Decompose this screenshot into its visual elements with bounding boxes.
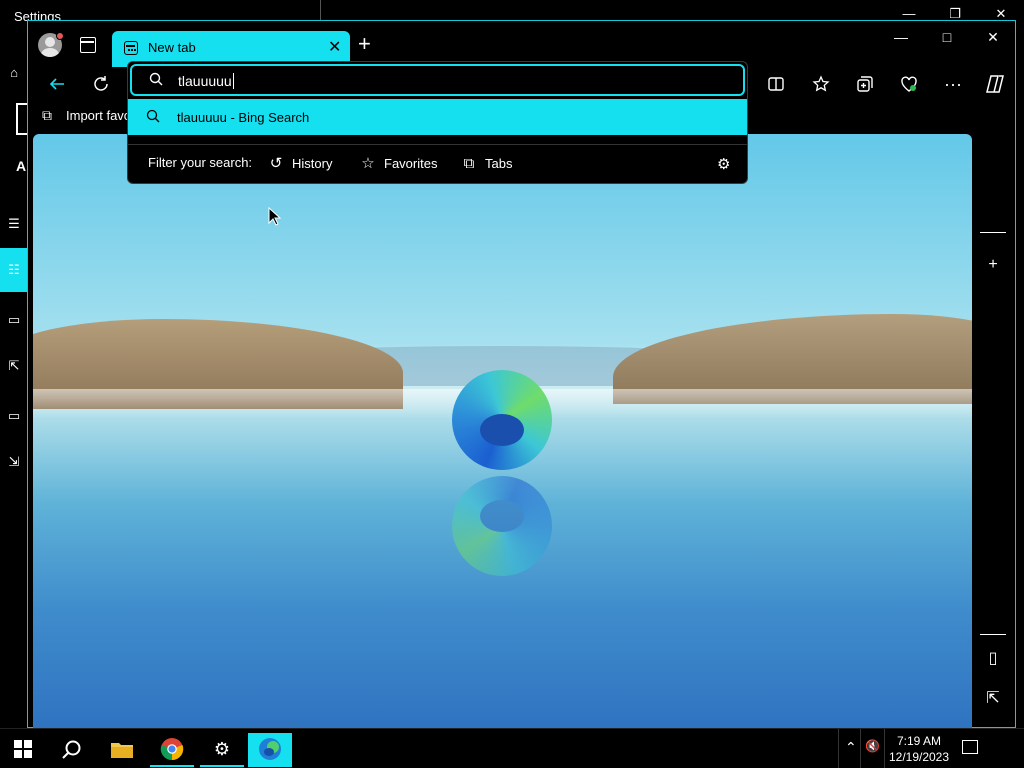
clock-date: 12/19/2023 <box>888 750 950 764</box>
filter-label: Filter your search: <box>148 155 253 170</box>
open-external-icon[interactable]: ⇱ <box>978 688 1008 708</box>
chrome-icon[interactable] <box>150 733 194 767</box>
tabs-icon: ⧉ <box>463 154 475 172</box>
split-screen-icon[interactable] <box>761 67 791 101</box>
sidebar-add-icon[interactable]: + <box>978 256 1008 274</box>
settings-divider <box>320 0 321 20</box>
favorites-star-icon[interactable] <box>806 67 836 101</box>
refresh-icon[interactable] <box>86 67 116 101</box>
home-icon[interactable]: ⌂ <box>0 50 28 94</box>
history-icon: ↺ <box>269 155 283 172</box>
search-suggestion-text: tlauuuuu - Bing Search <box>177 110 310 125</box>
address-bar-text: tlauuuuu <box>178 73 234 89</box>
settings-nav-heading: A <box>16 158 27 174</box>
right-sidebar: + ▯ ⇱ <box>978 134 1015 729</box>
clock-time: 7:19 AM <box>896 734 942 748</box>
sidebar-divider <box>980 232 1006 233</box>
filter-favorites[interactable]: ☆ Favorites <box>360 154 437 172</box>
apps-websites-icon[interactable]: ⇱ <box>0 344 28 388</box>
filter-row: Filter your search: ↺ History ☆ Favorite… <box>128 144 747 180</box>
sidebar-hide-icon[interactable]: ▯ <box>978 648 1008 668</box>
filter-tabs-label: Tabs <box>485 155 513 171</box>
new-tab-favicon-icon <box>124 41 138 55</box>
copilot-icon[interactable] <box>980 67 1010 101</box>
file-explorer-icon[interactable] <box>100 733 144 767</box>
import-favorites-link[interactable]: Import favo <box>66 108 131 123</box>
tab-close-icon[interactable]: ✕ <box>328 37 341 57</box>
collections-icon[interactable] <box>850 67 880 101</box>
settings-minimize-button[interactable]: — <box>894 6 924 21</box>
filter-history[interactable]: ↺ History <box>268 154 333 172</box>
apps-features-icon[interactable]: ☷ <box>0 248 28 292</box>
startup-icon[interactable]: ⇲ <box>0 440 28 484</box>
edge-icon[interactable] <box>248 733 292 767</box>
notification-icon[interactable] <box>962 740 978 754</box>
star-icon: ☆ <box>361 155 375 172</box>
chevron-up-icon[interactable]: ⌃ <box>845 739 857 756</box>
volume-muted-icon[interactable]: 🔇 <box>865 739 880 753</box>
sidebar-divider-bottom <box>980 634 1006 635</box>
video-playback-icon[interactable]: ▭ <box>0 394 28 438</box>
back-arrow-icon[interactable] <box>42 67 72 101</box>
profile-badge <box>56 32 64 40</box>
tray-divider <box>838 729 839 768</box>
address-bar-dropdown: tlauuuuu tlauuuuu - Bing Search Filter y… <box>127 61 748 184</box>
search-icon <box>146 109 160 123</box>
close-button[interactable]: ✕ <box>978 29 1008 46</box>
new-tab-page <box>33 134 972 729</box>
gear-icon[interactable]: ⚙ <box>717 155 730 173</box>
filter-history-label: History <box>292 155 333 171</box>
edge-logo <box>452 370 552 470</box>
windows-start-icon[interactable] <box>14 740 32 758</box>
apps-list-icon[interactable]: ☰ <box>0 202 28 246</box>
minimize-button[interactable]: — <box>886 29 916 45</box>
settings-gear-icon[interactable]: ⚙ <box>200 733 244 767</box>
mouse-cursor-icon <box>268 207 282 226</box>
filter-favorites-label: Favorites <box>384 155 438 171</box>
more-icon[interactable]: ··· <box>938 67 968 101</box>
maximize-button[interactable]: □ <box>932 29 962 45</box>
offline-maps-icon[interactable]: ▭ <box>0 298 28 342</box>
tray-divider <box>884 729 885 768</box>
search-suggestion[interactable]: tlauuuuu - Bing Search <box>128 99 747 135</box>
browser-essentials-icon[interactable] <box>894 67 924 101</box>
edge-logo-reflection <box>452 476 552 576</box>
filter-tabs[interactable]: ⧉ Tabs <box>461 154 513 172</box>
tray-divider <box>860 729 861 768</box>
settings-nav: ⌂ A ☰ ☷ ▭ ⇱ ▭ ⇲ <box>0 60 28 720</box>
new-tab-button[interactable]: + <box>358 33 371 55</box>
clock[interactable]: 7:19 AM 12/19/2023 <box>888 733 950 765</box>
import-favorites-icon: ⧉ <box>42 107 52 123</box>
search-icon <box>149 72 163 86</box>
tab-title: New tab <box>148 40 196 55</box>
search-icon[interactable] <box>50 733 94 767</box>
tab-actions-icon[interactable] <box>80 37 96 53</box>
address-bar[interactable]: tlauuuuu <box>130 64 745 96</box>
taskbar: ⚙ ⌃ 🔇 7:19 AM 12/19/2023 <box>0 728 1024 768</box>
